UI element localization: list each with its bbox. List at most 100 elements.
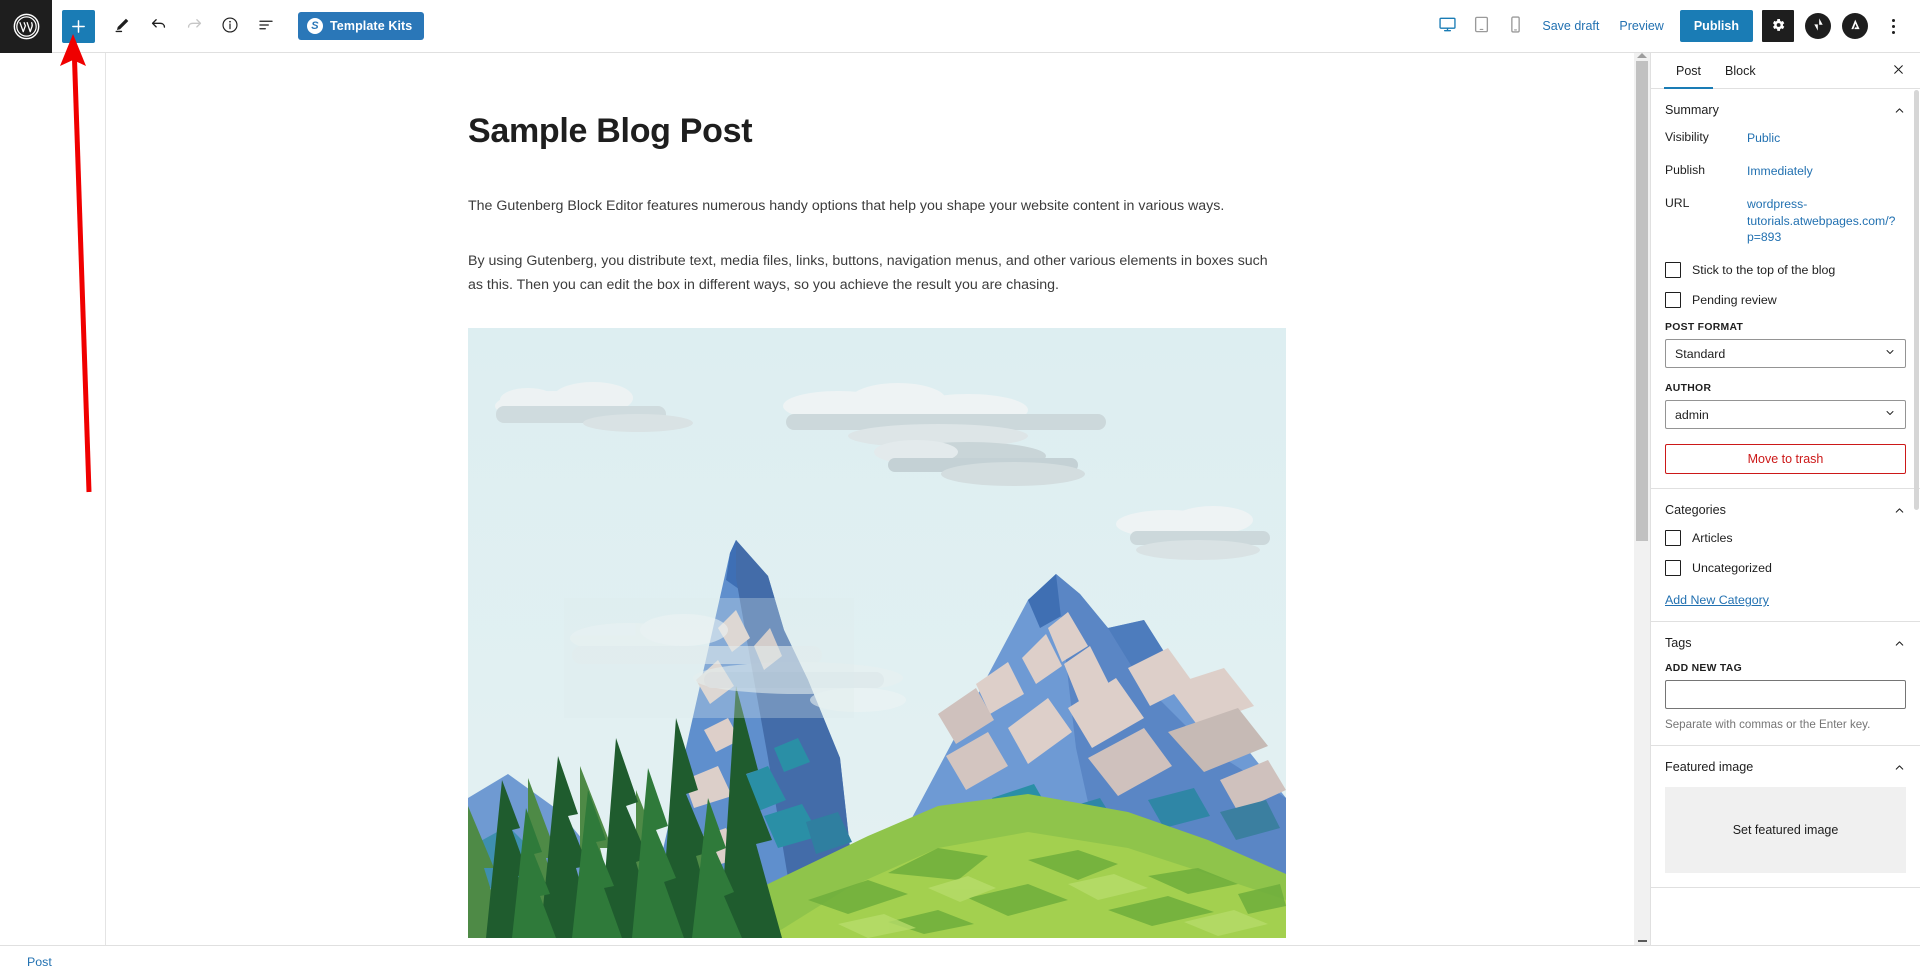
- categories-panel: Categories Articles Uncategorized Add Ne…: [1651, 489, 1920, 623]
- chevron-up-icon[interactable]: [1893, 104, 1906, 117]
- categories-panel-header[interactable]: Categories: [1651, 489, 1920, 530]
- settings-button[interactable]: [1762, 10, 1794, 42]
- chevron-up-icon[interactable]: [1893, 504, 1906, 517]
- add-new-tag-label: ADD NEW TAG: [1665, 663, 1742, 675]
- view-mobile-button[interactable]: [1498, 9, 1532, 43]
- chevron-up-icon[interactable]: [1893, 637, 1906, 650]
- category-label[interactable]: Articles: [1692, 531, 1733, 545]
- post-editor-canvas[interactable]: Sample Blog Post The Gutenberg Block Edi…: [105, 53, 1650, 945]
- scroll-up-arrow-icon[interactable]: [1637, 53, 1647, 58]
- editor-bottom-bar: Post: [0, 945, 1920, 977]
- jetpack-icon: [1811, 17, 1826, 36]
- canvas-scrollbar[interactable]: [1634, 53, 1650, 945]
- categories-panel-body: Articles Uncategorized Add New Category: [1651, 530, 1920, 621]
- sticky-post-checkbox[interactable]: [1665, 262, 1681, 279]
- tab-post[interactable]: Post: [1664, 53, 1714, 89]
- list-view-button[interactable]: [248, 8, 284, 44]
- visibility-row: Visibility Public: [1665, 130, 1906, 146]
- author-value: admin: [1675, 407, 1709, 422]
- sidebar-scrollbar-thumb[interactable]: [1914, 90, 1919, 510]
- pending-review-label[interactable]: Pending review: [1692, 293, 1777, 307]
- author-label: AUTHOR: [1665, 383, 1712, 395]
- canvas-scrollbar-thumb[interactable]: [1636, 61, 1648, 541]
- visibility-value[interactable]: Public: [1747, 130, 1780, 146]
- set-featured-image-button[interactable]: Set featured image: [1665, 787, 1906, 874]
- author-select[interactable]: admin: [1665, 400, 1906, 430]
- category-checkbox[interactable]: [1665, 560, 1681, 577]
- tags-panel: Tags ADD NEW TAG Separate with commas or…: [1651, 622, 1920, 747]
- close-icon: [1892, 63, 1905, 80]
- toolbar-right-group: Save draft Preview Publish: [1430, 9, 1920, 43]
- post-featured-illustration-block[interactable]: [468, 328, 1286, 939]
- view-desktop-button[interactable]: [1430, 9, 1464, 43]
- summary-panel-body: Visibility Public Publish Immediately UR…: [1651, 130, 1920, 488]
- add-block-button[interactable]: [62, 9, 95, 43]
- category-label[interactable]: Uncategorized: [1692, 561, 1772, 575]
- visibility-label: Visibility: [1665, 130, 1709, 144]
- jetpack-button[interactable]: [1805, 13, 1831, 39]
- view-tablet-button[interactable]: [1464, 9, 1498, 43]
- mobile-phone-icon: [1506, 15, 1525, 37]
- add-new-tag-input[interactable]: [1665, 680, 1906, 710]
- category-item-uncategorized[interactable]: Uncategorized: [1665, 560, 1906, 577]
- save-draft-button[interactable]: Save draft: [1532, 13, 1609, 39]
- post-format-select[interactable]: Standard: [1665, 339, 1906, 369]
- post-paragraph-2[interactable]: By using Gutenberg, you distribute text,…: [468, 249, 1286, 299]
- sticky-post-row[interactable]: Stick to the top of the blog: [1665, 262, 1906, 279]
- post-paragraph-1[interactable]: The Gutenberg Block Editor features nume…: [468, 194, 1286, 219]
- post-format-label: POST FORMAT: [1665, 322, 1744, 334]
- publish-button[interactable]: Publish: [1679, 10, 1753, 42]
- chevron-up-icon[interactable]: [1893, 761, 1906, 774]
- wordpress-logo-icon: [13, 13, 40, 40]
- info-circle-icon: [221, 16, 239, 37]
- red-arrow-annotation: [60, 34, 92, 493]
- wordpress-logo-button[interactable]: [0, 0, 52, 53]
- mountain-landscape-illustration: [468, 328, 1286, 939]
- details-button[interactable]: [212, 8, 248, 44]
- tablet-icon: [1472, 15, 1491, 37]
- url-label: URL: [1665, 196, 1690, 211]
- edit-tools-button[interactable]: [104, 8, 140, 44]
- template-kits-label: Template Kits: [330, 19, 413, 33]
- featured-image-panel-header[interactable]: Featured image: [1651, 746, 1920, 787]
- tags-help-text: Separate with commas or the Enter key.: [1665, 718, 1871, 732]
- preview-button[interactable]: Preview: [1609, 13, 1673, 39]
- undo-button[interactable]: [140, 8, 176, 44]
- editor-top-toolbar: S Template Kits Save draft Preview Publi…: [0, 0, 1920, 53]
- close-sidebar-button[interactable]: [1886, 59, 1910, 83]
- sticky-post-label[interactable]: Stick to the top of the blog: [1692, 263, 1835, 277]
- summary-panel-header[interactable]: Summary: [1651, 89, 1920, 130]
- template-kits-button[interactable]: S Template Kits: [298, 12, 425, 40]
- undo-arrow-icon: [149, 15, 168, 37]
- add-new-category-link[interactable]: Add New Category: [1665, 593, 1769, 607]
- post-title[interactable]: Sample Blog Post: [468, 111, 1288, 152]
- url-value[interactable]: wordpress-tutorials.atwebpages.com/?p=89…: [1747, 196, 1906, 245]
- categories-title: Categories: [1665, 503, 1726, 518]
- pending-review-checkbox[interactable]: [1665, 292, 1681, 309]
- scroll-down-arrow-icon[interactable]: [1638, 940, 1647, 942]
- redo-button[interactable]: [176, 8, 212, 44]
- publish-value[interactable]: Immediately: [1747, 163, 1813, 179]
- tags-title: Tags: [1665, 636, 1692, 651]
- chevron-down-icon: [1884, 346, 1896, 361]
- post-content-wrapper: Sample Blog Post The Gutenberg Block Edi…: [468, 53, 1288, 939]
- tab-block[interactable]: Block: [1713, 53, 1768, 88]
- desktop-monitor-icon: [1438, 15, 1457, 37]
- astra-logo-icon: [1848, 17, 1863, 36]
- category-checkbox[interactable]: [1665, 530, 1681, 547]
- category-item-articles[interactable]: Articles: [1665, 530, 1906, 547]
- pending-review-row[interactable]: Pending review: [1665, 292, 1906, 309]
- post-format-value: Standard: [1675, 346, 1726, 361]
- tags-panel-header[interactable]: Tags: [1651, 622, 1920, 663]
- pencil-icon: [113, 16, 131, 37]
- post-settings-sidebar: Post Block Summary Visibility Public Pub…: [1650, 53, 1920, 945]
- more-options-button[interactable]: [1877, 10, 1909, 42]
- featured-image-panel-body: Set featured image: [1651, 787, 1920, 887]
- breadcrumb[interactable]: Post: [27, 955, 52, 969]
- move-to-trash-button[interactable]: Move to trash: [1665, 444, 1906, 475]
- chevron-down-icon: [1884, 407, 1896, 422]
- astra-button[interactable]: [1842, 13, 1868, 39]
- kebab-menu-icon: [1891, 18, 1895, 22]
- sidebar-scrollbar[interactable]: [1913, 90, 1920, 690]
- publish-label: Publish: [1665, 163, 1705, 178]
